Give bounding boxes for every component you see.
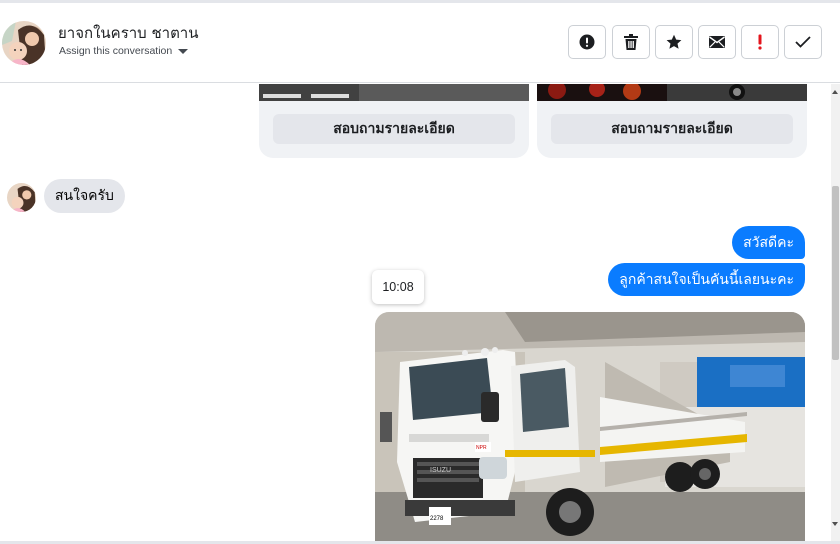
contact-avatar-small — [7, 183, 36, 212]
contact-name[interactable]: ยาจกในคราบ ชาตาน — [58, 21, 199, 45]
envelope-icon — [709, 36, 725, 48]
svg-text:NPR: NPR — [476, 445, 487, 451]
outgoing-message: สวัสดีคะ — [732, 226, 805, 259]
star-button[interactable] — [655, 25, 693, 59]
message-thread: สอบถามรายละเอียด สอบถามรายละเอียด สนใจคร… — [0, 84, 840, 542]
contact-avatar[interactable] — [2, 21, 46, 65]
product-card: สอบถามรายละเอียด — [259, 84, 529, 158]
product-card-image[interactable] — [537, 84, 807, 101]
truck-photo[interactable]: NPR ISUZU 2278 — [375, 312, 805, 542]
scroll-down-arrow-icon[interactable] — [832, 522, 838, 526]
trash-icon — [624, 34, 638, 50]
follow-up-button[interactable] — [741, 25, 779, 59]
red-exclamation-icon — [758, 34, 762, 50]
svg-text:ISUZU: ISUZU — [430, 467, 451, 474]
mark-spam-button[interactable] — [568, 25, 606, 59]
caret-down-icon — [178, 49, 189, 54]
svg-text:2278: 2278 — [430, 516, 444, 522]
conversation-header: ยาจกในคราบ ชาตาน Assign this conversatio… — [0, 3, 840, 83]
incoming-message: สนใจครับ — [44, 179, 125, 213]
outgoing-message: ลูกค้าสนใจเป็นคันนี้เลยนะคะ — [608, 263, 805, 296]
ask-details-button[interactable]: สอบถามรายละเอียด — [551, 114, 793, 144]
exclamation-circle-icon — [579, 34, 595, 50]
timestamp-tooltip: 10:08 — [372, 270, 424, 304]
star-icon — [666, 34, 682, 49]
mark-done-button[interactable] — [784, 25, 822, 59]
assign-conversation-dropdown[interactable]: Assign this conversation — [59, 45, 189, 57]
delete-button[interactable] — [612, 25, 650, 59]
ask-details-button[interactable]: สอบถามรายละเอียด — [273, 114, 515, 144]
scroll-up-arrow-icon[interactable] — [832, 90, 838, 94]
scrollbar-thumb[interactable] — [832, 186, 839, 360]
chat-scrollbar[interactable] — [831, 84, 840, 542]
product-card: สอบถามรายละเอียด — [537, 84, 807, 158]
product-card-image[interactable] — [259, 84, 529, 101]
mark-unread-button[interactable] — [698, 25, 736, 59]
checkmark-icon — [795, 36, 811, 48]
assign-label: Assign this conversation — [59, 45, 173, 57]
